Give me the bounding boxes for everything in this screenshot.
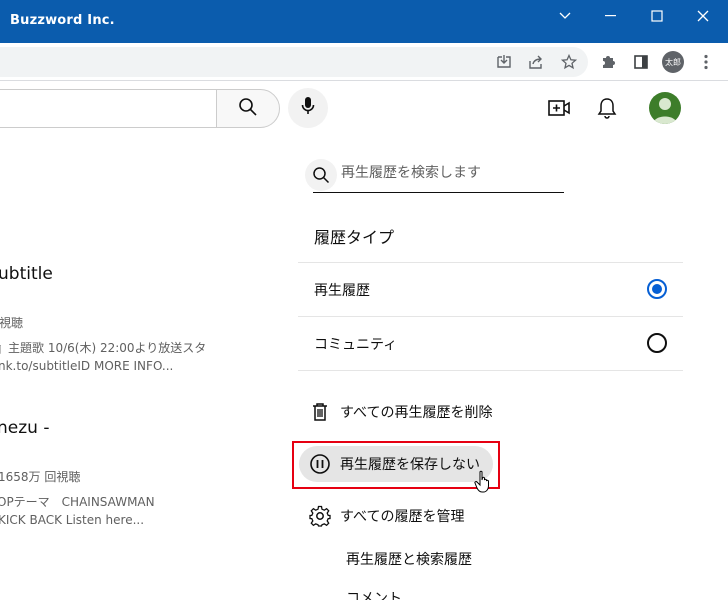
video-description: OPテーマ CHAINSAWMAN	[0, 495, 155, 509]
youtube-search-input[interactable]	[0, 89, 217, 128]
search-icon	[238, 97, 258, 121]
video-meta: 視聴	[0, 316, 24, 330]
extensions-icon[interactable]	[592, 43, 624, 81]
video-description: KICK BACK Listen here...	[0, 513, 145, 527]
profile-avatar: 太郎	[662, 51, 684, 73]
share-icon[interactable]	[520, 43, 552, 81]
maximize-icon[interactable]	[634, 0, 680, 32]
trash-icon	[308, 400, 332, 424]
browser-toolbar: 太郎	[0, 43, 728, 81]
manage-label: すべての履歴を管理	[340, 509, 465, 525]
close-icon[interactable]	[680, 0, 726, 32]
window-title: Buzzword Inc.	[10, 13, 115, 28]
profile-button[interactable]: 太郎	[657, 43, 689, 81]
annotation-highlight	[292, 441, 500, 489]
video-description: 』主題歌 10/6(木) 22:00より放送スタ	[0, 341, 207, 355]
side-panel-icon[interactable]	[625, 43, 657, 81]
more-menu-icon[interactable]	[690, 43, 722, 81]
account-avatar[interactable]	[649, 92, 681, 124]
option-label: コミュニティ	[314, 337, 398, 353]
divider	[298, 370, 683, 371]
hand-cursor-icon	[474, 470, 492, 498]
clear-all-history-button[interactable]: すべての再生履歴を削除	[308, 394, 492, 430]
gear-icon	[308, 504, 332, 528]
radio-watch-history[interactable]	[647, 279, 667, 299]
youtube-search-button[interactable]	[216, 89, 280, 128]
comments-link[interactable]: コメント	[346, 588, 402, 600]
window-titlebar: Buzzword Inc.	[0, 0, 728, 43]
notifications-icon[interactable]	[587, 88, 627, 128]
create-video-icon[interactable]	[539, 88, 579, 128]
video-title[interactable]: ubtitle	[0, 264, 53, 284]
history-type-option-community[interactable]: コミュニティ	[298, 317, 683, 369]
video-meta: 1658万 回視聴	[0, 470, 81, 484]
history-search-input[interactable]	[341, 162, 561, 184]
clear-label: すべての再生履歴を削除	[340, 405, 493, 421]
radio-community[interactable]	[647, 333, 667, 353]
mic-icon	[301, 96, 315, 120]
minimize-icon[interactable]	[588, 0, 634, 32]
voice-search-button[interactable]	[288, 88, 328, 128]
history-type-heading: 履歴タイプ	[314, 228, 395, 247]
history-search	[305, 155, 564, 193]
option-label: 再生履歴	[314, 283, 370, 299]
star-icon[interactable]	[553, 43, 585, 81]
watch-and-search-history-link[interactable]: 再生履歴と検索履歴	[346, 549, 472, 569]
video-title[interactable]: nezu -	[0, 418, 49, 438]
manage-all-history-button[interactable]: すべての履歴を管理	[308, 498, 464, 534]
history-type-option-watch[interactable]: 再生履歴	[298, 263, 683, 315]
chevron-down-icon[interactable]	[542, 0, 588, 32]
search-icon[interactable]	[305, 159, 337, 191]
install-app-icon[interactable]	[488, 43, 520, 81]
video-description: nk.to/subtitleID MORE INFO...	[0, 359, 174, 373]
